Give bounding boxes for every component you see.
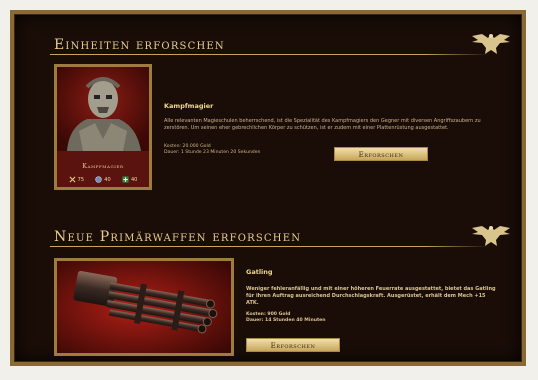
section-divider-units [50,54,490,55]
stat-health: 40 [122,176,137,183]
research-weapon-button[interactable]: Erforschen [246,338,340,352]
unit-card-label: Kampfmagier [82,163,124,170]
weapon-card-gatling[interactable] [54,258,234,356]
unit-description: Alle relevanten Magieschulen beherrschen… [164,118,481,131]
shield-icon [95,176,102,183]
weapon-name: Gatling [246,268,273,276]
stat-health-value: 40 [130,176,138,183]
research-window: Einheiten erforschen Kampfmagier 75 40 4… [10,10,526,366]
kampfmagier-portrait [57,67,149,151]
weapon-duration: Dauer: 14 Stunden 40 Minuten [246,318,326,323]
gatling-image [57,261,231,353]
sword-icon [69,176,76,183]
unit-card-kampfmagier[interactable]: Kampfmagier 75 40 40 [54,64,152,190]
eagle-emblem-icon [472,226,510,246]
eagle-emblem-icon [472,34,510,54]
section-title-units: Einheiten erforschen [54,37,225,53]
section-title-weapons: Neue Primärwaffen erforschen [54,229,302,245]
stat-attack-value: 75 [77,176,85,183]
unit-name: Kampfmagier [164,102,214,110]
research-unit-button[interactable]: Erforschen [334,147,428,161]
weapon-description: Weniger fehleranfällig und mit einer höh… [246,286,496,306]
stat-defense: 40 [95,176,111,183]
health-icon [122,176,129,183]
section-divider-weapons [50,246,490,247]
stat-attack: 75 [69,176,84,183]
unit-stats: 75 40 40 [63,176,143,183]
unit-duration: Dauer: 1 Stunde 23 Minuten 20 Sekunden [164,150,261,155]
stat-defense-value: 40 [104,176,111,183]
